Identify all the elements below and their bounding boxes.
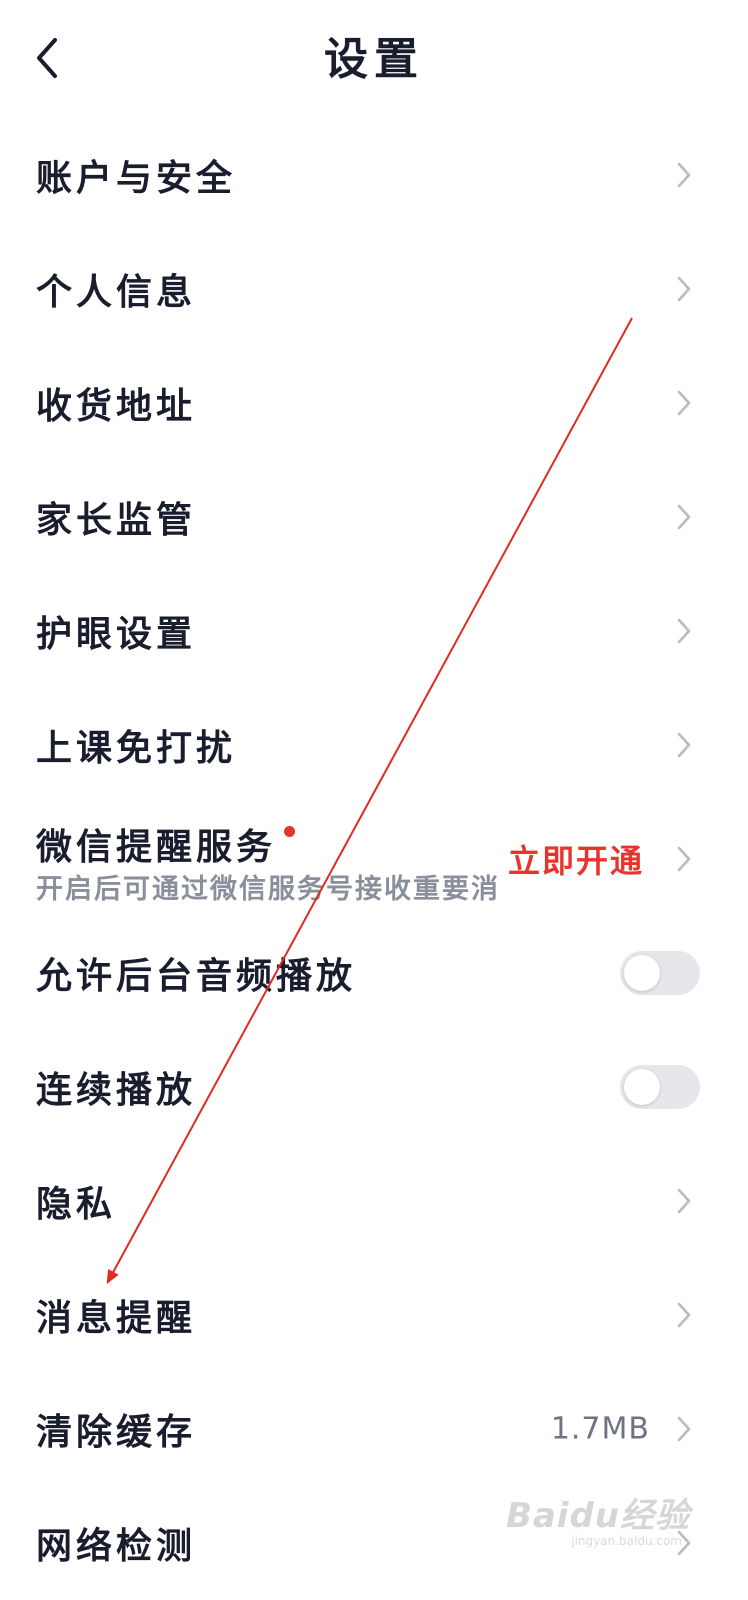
chevron-right-icon bbox=[677, 504, 691, 530]
row-label: 护眼设置 bbox=[36, 614, 197, 655]
class-do-not-disturb-row[interactable]: 上课免打扰 bbox=[0, 688, 748, 802]
wechat-reminder-label: 微信提醒服务 bbox=[36, 827, 277, 868]
row-label: 消息提醒 bbox=[36, 1298, 197, 1339]
row-label: 隐私 bbox=[36, 1184, 117, 1225]
chevron-right-icon bbox=[677, 1302, 691, 1328]
baidu-watermark-logo: Baidu经验 bbox=[506, 1488, 690, 1537]
chevron-right-icon bbox=[677, 162, 691, 188]
privacy-row[interactable]: 隐私 bbox=[0, 1144, 748, 1258]
autoplay-row: 连续播放 bbox=[0, 1030, 748, 1144]
eye-care-settings-row[interactable]: 护眼设置 bbox=[0, 574, 748, 688]
shipping-address-row[interactable]: 收货地址 bbox=[0, 346, 748, 460]
row-label: 家长监管 bbox=[36, 500, 197, 541]
open-now-link[interactable]: 立即开通 bbox=[508, 836, 644, 882]
row-label: 连续播放 bbox=[36, 1070, 197, 1111]
row-label: 收货地址 bbox=[36, 386, 197, 427]
parental-control-row[interactable]: 家长监管 bbox=[0, 460, 748, 574]
new-badge-dot bbox=[284, 826, 296, 837]
row-label: 上课免打扰 bbox=[36, 728, 237, 769]
row-label: 网络检测 bbox=[36, 1526, 197, 1567]
cache-size-value: 1.7MB bbox=[550, 1411, 650, 1447]
background-audio-row: 允许后台音频播放 bbox=[0, 916, 748, 1030]
row-label: 账户与安全 bbox=[36, 158, 237, 199]
autoplay-toggle[interactable] bbox=[620, 1065, 700, 1109]
row-description: 开启后可通过微信服务号接收重要消息提醒 bbox=[36, 874, 500, 905]
chevron-right-icon bbox=[677, 276, 691, 302]
personal-info-row[interactable]: 个人信息 bbox=[0, 232, 748, 346]
page-title: 设置 bbox=[324, 34, 424, 85]
row-label: 允许后台音频播放 bbox=[36, 956, 357, 997]
toggle-knob bbox=[624, 955, 660, 991]
header: 设置 bbox=[0, 0, 748, 118]
chevron-right-icon bbox=[677, 1416, 691, 1442]
watermark-url: jingyan.baidu.com bbox=[571, 1534, 682, 1548]
chevron-right-icon bbox=[677, 618, 691, 644]
chevron-right-icon bbox=[677, 732, 691, 758]
row-label: 微信提醒服务 bbox=[36, 818, 296, 870]
message-notification-row[interactable]: 消息提醒 bbox=[0, 1258, 748, 1372]
chevron-right-icon bbox=[677, 1188, 691, 1214]
watermark-text: Baidu经验 bbox=[505, 1496, 690, 1536]
wechat-reminder-row[interactable]: 微信提醒服务 开启后可通过微信服务号接收重要消息提醒 立即开通 bbox=[0, 802, 748, 916]
toggle-knob bbox=[624, 1069, 660, 1105]
chevron-right-icon bbox=[677, 390, 691, 416]
chevron-right-icon bbox=[677, 846, 691, 872]
background-audio-toggle[interactable] bbox=[620, 951, 700, 995]
clear-cache-row[interactable]: 清除缓存 1.7MB bbox=[0, 1372, 748, 1486]
account-security-row[interactable]: 账户与安全 bbox=[0, 118, 748, 232]
row-label: 个人信息 bbox=[36, 272, 197, 313]
row-label: 清除缓存 bbox=[36, 1412, 197, 1453]
settings-list: 账户与安全 个人信息 收货地址 家长监管 护眼设置 上课免打扰 微信提醒服务 开… bbox=[0, 118, 748, 1600]
